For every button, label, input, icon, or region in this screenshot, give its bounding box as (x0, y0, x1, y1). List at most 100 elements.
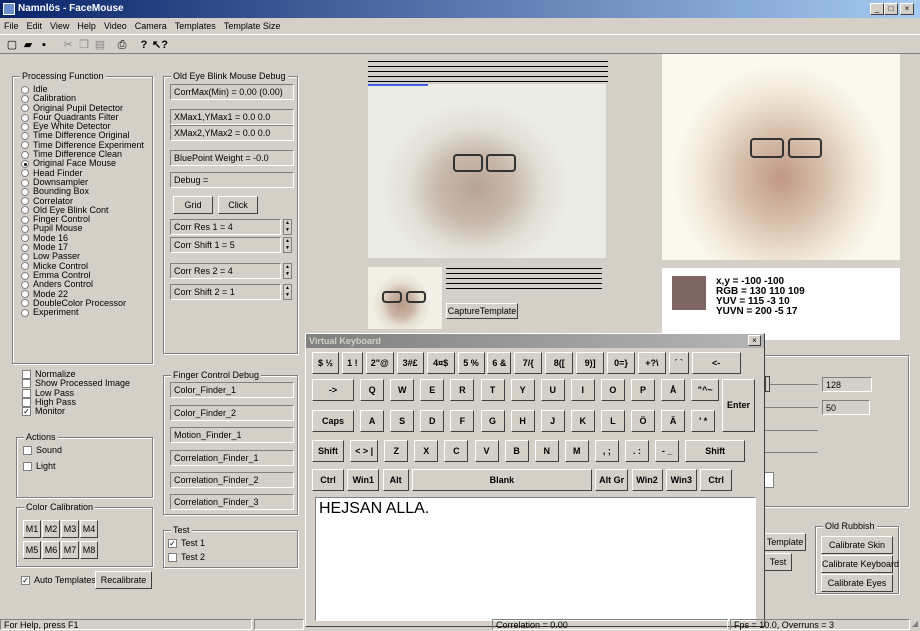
key[interactable]: Caps (312, 410, 354, 432)
copy-icon[interactable]: ❐ (76, 38, 92, 53)
capture-template-button[interactable]: CaptureTemplate (446, 303, 518, 319)
key[interactable]: +?\ (637, 352, 666, 374)
test-2-checkbox[interactable]: Test 2 (168, 552, 205, 563)
m5-button[interactable]: M5 (23, 541, 41, 559)
open-icon[interactable]: ▰ (20, 38, 36, 53)
key[interactable]: . : (625, 440, 649, 462)
menu-help[interactable]: Help (77, 21, 96, 31)
key[interactable]: D (420, 410, 445, 432)
key[interactable]: Shift (685, 440, 746, 462)
key[interactable]: < > | (350, 440, 379, 462)
menu-video[interactable]: Video (104, 21, 127, 31)
key[interactable]: -> (312, 379, 354, 401)
key[interactable]: - _ (655, 440, 680, 462)
key[interactable]: F (450, 410, 475, 432)
key[interactable]: 7/{ (514, 352, 543, 374)
sound-checkbox[interactable]: Sound (23, 445, 62, 456)
key[interactable]: ' * (691, 410, 716, 432)
calibrate-eyes-button[interactable]: Calibrate Eyes (821, 574, 893, 592)
save-icon[interactable]: ▪ (36, 38, 52, 53)
key[interactable]: $ ½ (312, 352, 339, 374)
key[interactable]: O (600, 379, 625, 401)
key[interactable]: P (631, 379, 655, 401)
processing-option[interactable]: Experiment (21, 307, 144, 317)
m1-button[interactable]: M1 (23, 520, 41, 538)
key[interactable]: 2"@ (365, 352, 394, 374)
key[interactable]: M (564, 440, 589, 462)
keyboard-text-area[interactable]: HEJSAN ALLA. (315, 497, 756, 621)
paste-icon[interactable]: ▤ (92, 38, 108, 53)
key[interactable]: U (540, 379, 565, 401)
slider-3-track[interactable] (764, 430, 818, 431)
menu-edit[interactable]: Edit (27, 21, 43, 31)
key[interactable]: Win2 (631, 469, 663, 491)
key[interactable]: K (570, 410, 595, 432)
m6-button[interactable]: M6 (42, 541, 60, 559)
key[interactable]: Shift (312, 440, 344, 462)
test-right-button[interactable]: Test (764, 553, 792, 571)
menu-file[interactable]: File (4, 21, 19, 31)
new-icon[interactable]: ▢ (4, 38, 20, 53)
key[interactable]: W (390, 379, 415, 401)
key[interactable]: Win3 (665, 469, 697, 491)
key[interactable]: Ctrl (312, 469, 344, 491)
slider-1-thumb[interactable] (765, 376, 770, 392)
context-help-icon[interactable]: ↖? (152, 38, 168, 53)
key[interactable]: R (450, 379, 475, 401)
menu-view[interactable]: View (50, 21, 69, 31)
key[interactable]: N (534, 440, 559, 462)
key[interactable]: S (390, 410, 415, 432)
m7-button[interactable]: M7 (61, 541, 79, 559)
key[interactable]: <- (691, 352, 741, 374)
key[interactable]: Enter (722, 379, 755, 432)
m2-button[interactable]: M2 (42, 520, 60, 538)
key[interactable]: H (510, 410, 535, 432)
slider-4-track[interactable] (764, 452, 818, 453)
key[interactable]: Q (360, 379, 385, 401)
key[interactable]: Alt Gr (595, 469, 629, 491)
m3-button[interactable]: M3 (61, 520, 79, 538)
corr-shift-1-spinner[interactable]: ▲ ▼ (283, 237, 292, 253)
key[interactable]: , ; (594, 440, 619, 462)
help-icon[interactable]: ? (136, 38, 152, 53)
key[interactable]: Ö (631, 410, 655, 432)
key[interactable]: L (600, 410, 625, 432)
key[interactable]: 0=} (607, 352, 635, 374)
key[interactable]: 3#£ (396, 352, 424, 374)
key[interactable]: "^~ (691, 379, 720, 401)
grid-button[interactable]: Grid (173, 196, 213, 214)
filter-checkbox[interactable]: ✓ Monitor (22, 407, 130, 417)
m4-button[interactable]: M4 (80, 520, 98, 538)
capture-template-right-button[interactable]: Template (764, 533, 806, 551)
key[interactable]: 6 & (487, 352, 512, 374)
key[interactable]: I (570, 379, 595, 401)
menu-camera[interactable]: Camera (135, 21, 167, 31)
corr-shift-2-spinner[interactable]: ▲ ▼ (283, 284, 292, 300)
menu-template-size[interactable]: Template Size (224, 21, 281, 31)
close-button[interactable]: × (900, 3, 914, 15)
key[interactable]: Alt (382, 469, 409, 491)
calibrate-keyboard-button[interactable]: Calibrate Keyboard (821, 555, 899, 573)
print-icon[interactable]: ⎙ (114, 38, 130, 53)
key[interactable]: Y (510, 379, 535, 401)
corr-res-2-spinner[interactable]: ▲ ▼ (283, 263, 292, 279)
key[interactable]: 4¤$ (426, 352, 455, 374)
key[interactable]: 1 ! (341, 352, 363, 374)
color-field[interactable] (764, 472, 774, 488)
key[interactable]: Ctrl (700, 469, 733, 491)
key[interactable]: Ä (661, 410, 686, 432)
calibrate-skin-button[interactable]: Calibrate Skin (821, 536, 893, 554)
key[interactable]: 8([ (545, 352, 574, 374)
minimize-button[interactable]: _ (870, 3, 884, 15)
recalibrate-button[interactable]: Recalibrate (95, 571, 152, 589)
key[interactable]: Blank (411, 469, 592, 491)
slider-1-track[interactable] (764, 384, 818, 385)
key[interactable]: B (504, 440, 529, 462)
menu-templates[interactable]: Templates (175, 21, 216, 31)
cut-icon[interactable]: ✂ (60, 38, 76, 53)
key[interactable]: ´ ` (668, 352, 689, 374)
key[interactable]: 9)] (576, 352, 605, 374)
key[interactable]: E (420, 379, 445, 401)
light-checkbox[interactable]: Light (23, 461, 56, 472)
key[interactable]: G (480, 410, 505, 432)
